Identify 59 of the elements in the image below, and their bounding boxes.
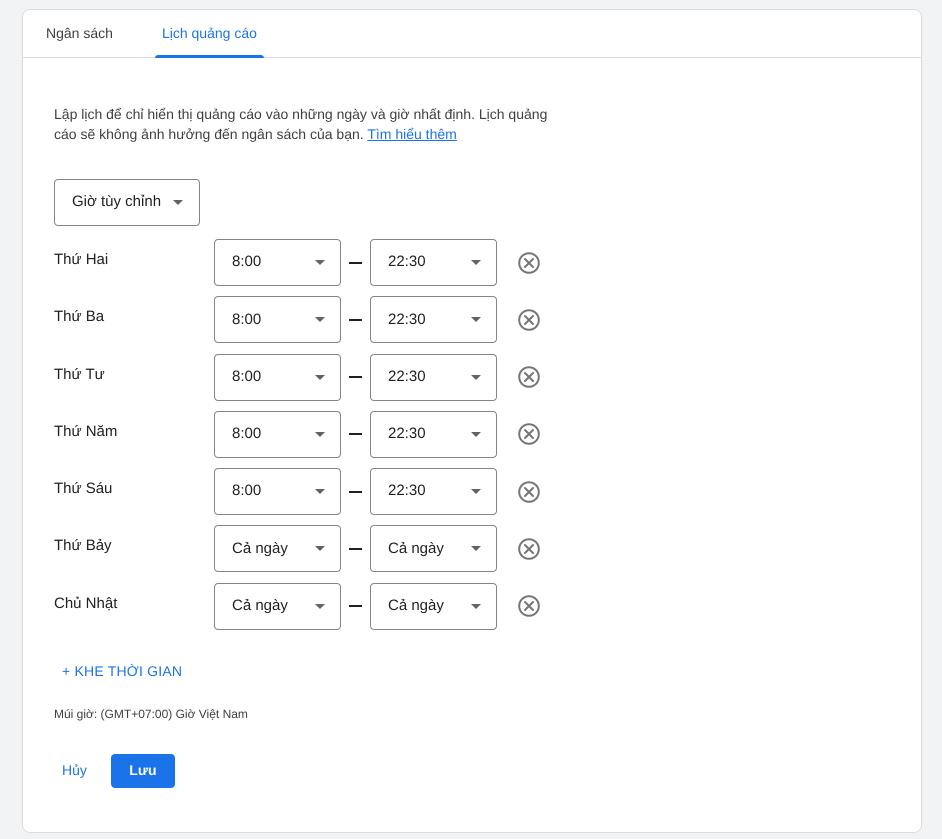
time-select[interactable]: 8:00 — [214, 239, 341, 286]
remove-icon[interactable] — [518, 423, 540, 446]
caret-icon — [471, 260, 481, 265]
caret-icon — [315, 374, 325, 380]
dash-icon — [349, 548, 362, 550]
day-label: Thứ Ba — [54, 307, 106, 328]
caret-icon — [315, 260, 325, 265]
remove-icon[interactable] — [518, 308, 540, 331]
time-select[interactable]: 22:30 — [370, 468, 497, 516]
learn-more-link[interactable]: Tìm hiểu thêm — [367, 126, 457, 142]
time-select[interactable]: 8:00 — [214, 410, 341, 458]
caret-icon — [315, 546, 325, 552]
save-button[interactable]: Lưu — [110, 754, 175, 788]
dash-icon — [349, 433, 362, 436]
caret-icon — [471, 432, 481, 437]
remove-icon[interactable] — [518, 366, 540, 388]
tab[interactable]: Ngân sách — [39, 9, 120, 57]
caret-icon — [315, 432, 325, 437]
cancel-button[interactable]: Hủy — [54, 754, 95, 788]
time-select[interactable]: 8:00 — [214, 296, 341, 344]
dash-icon — [349, 318, 362, 321]
caret-icon — [315, 317, 325, 322]
caret-icon — [315, 604, 325, 609]
day-label: Thứ Năm — [54, 422, 118, 442]
day-label: Thứ Sáu — [54, 479, 114, 500]
dash-icon — [349, 376, 362, 378]
time-select[interactable]: 8:00 — [214, 468, 341, 516]
remove-icon[interactable] — [518, 595, 540, 618]
timezone-text: Múi giờ: (GMT+07:00) Giờ Việt Nam — [54, 706, 248, 722]
remove-icon[interactable] — [518, 538, 540, 560]
description-text: Lập lịch để chỉ hiển thị quảng cáo vào những ngày và giờ nhất định. Lịch quảng cáo sẽ không ảnh hưởng đến ngân sách của bạn. Tìm hiểu thêm — [54, 105, 548, 144]
time-select[interactable]: Cả ngày — [214, 525, 341, 572]
day-label: Thứ Hai — [54, 250, 110, 270]
caret-icon — [471, 317, 481, 322]
remove-icon[interactable] — [518, 480, 540, 503]
caret-icon — [471, 489, 481, 494]
time-select[interactable]: Cả ngày — [214, 582, 341, 630]
caret-icon — [315, 489, 325, 494]
caret-icon — [471, 604, 481, 609]
time-select[interactable]: Cả ngày — [370, 582, 497, 630]
caret-icon — [173, 200, 184, 205]
tab[interactable]: Lịch quảng cáo — [154, 9, 264, 57]
dash-icon — [349, 262, 362, 264]
day-label: Chủ Nhật — [54, 594, 118, 614]
add-time-slot-button[interactable]: + KHE THỜI GIAN — [54, 654, 190, 690]
day-label: Thứ Tư — [54, 364, 106, 385]
caret-icon — [471, 546, 481, 552]
schedule-type-dropdown[interactable]: Giờ tùy chỉnh — [54, 179, 200, 226]
remove-icon[interactable] — [518, 252, 540, 274]
time-select[interactable]: Cả ngày — [370, 525, 497, 572]
day-label: Thứ Bảy — [54, 536, 113, 556]
time-select[interactable]: 22:30 — [370, 410, 497, 458]
time-select[interactable]: 22:30 — [370, 296, 497, 344]
dash-icon — [349, 490, 362, 493]
caret-icon — [471, 374, 481, 380]
time-select[interactable]: 22:30 — [370, 239, 497, 286]
dash-icon — [349, 605, 362, 608]
time-select[interactable]: 8:00 — [214, 354, 341, 401]
time-select[interactable]: 22:30 — [370, 354, 497, 401]
